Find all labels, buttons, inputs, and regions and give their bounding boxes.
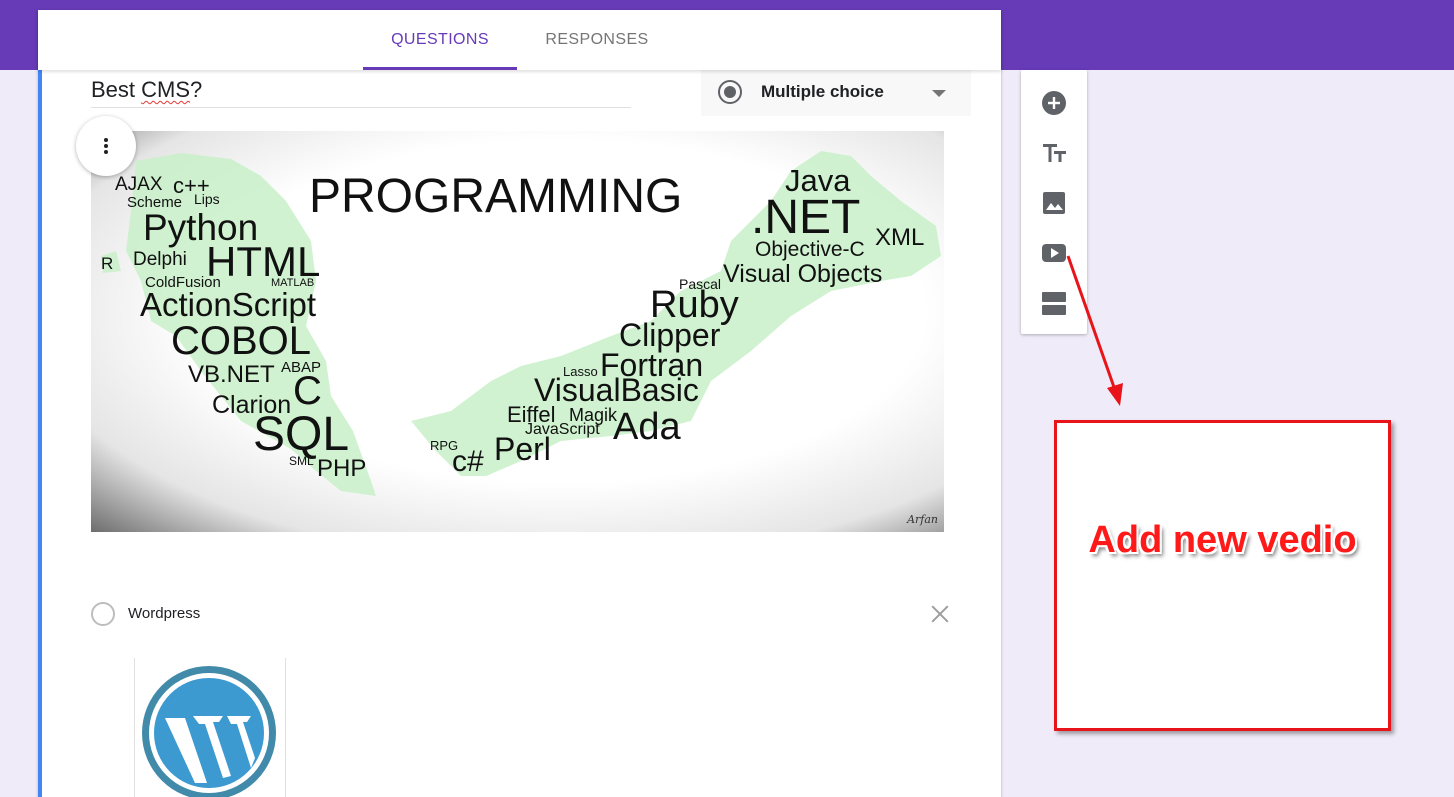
wordpress-logo-icon <box>142 666 276 797</box>
word-perl: Perl <box>494 431 551 467</box>
spellcheck-word: CMS <box>141 77 191 102</box>
question-title-text: Best <box>91 77 142 102</box>
word-xml: XML <box>875 224 925 251</box>
word-actionscript: ActionScript <box>140 286 317 323</box>
word-objective-c: Objective-C <box>755 238 865 261</box>
word-vbnet: VB.NET <box>188 361 275 388</box>
word-lips: Lips <box>194 191 220 207</box>
tab-bar: QUESTIONS RESPONSES <box>38 10 1001 70</box>
question-title-input[interactable]: Best CMS? <box>91 76 631 108</box>
title-text-icon[interactable] <box>1038 137 1070 169</box>
word-delphi: Delphi <box>133 249 187 270</box>
active-card-indicator <box>38 70 42 797</box>
annotation-arrow <box>1066 255 1123 406</box>
word-sql: SQL <box>253 408 350 461</box>
word-php: PHP <box>317 455 367 482</box>
word-ada: Ada <box>613 406 681 448</box>
option-label[interactable]: Wordpress <box>128 600 200 628</box>
option-image <box>134 658 286 797</box>
word-visualbasic: VisualBasic <box>534 372 699 408</box>
more-vertical-icon[interactable] <box>76 116 136 176</box>
word-visual-objects: Visual Objects <box>723 260 883 288</box>
annotation-callout: Add new vedio <box>1054 420 1391 731</box>
add-question-icon[interactable] <box>1038 87 1070 119</box>
word-sml: SML <box>289 454 314 468</box>
tab-responses[interactable]: RESPONSES <box>523 10 671 70</box>
word-csharp: c# <box>452 445 484 478</box>
question-type-select[interactable]: Multiple choice <box>701 68 971 116</box>
dropdown-arrow-icon <box>932 90 946 97</box>
option-radio-icon <box>91 602 115 626</box>
word-ajax: AJAX <box>115 174 163 195</box>
word-cobol: COBOL <box>171 319 312 363</box>
word-programming: PROGRAMMING <box>309 170 683 223</box>
question-type-label: Multiple choice <box>761 82 884 101</box>
close-icon[interactable] <box>929 603 951 625</box>
word-dotnet: .NET <box>751 191 861 244</box>
radio-button-icon <box>718 80 742 104</box>
option-row[interactable]: Wordpress <box>91 600 961 628</box>
annotation-text: Add new vedio <box>1088 519 1357 561</box>
question-title-end: ? <box>190 77 203 102</box>
image-icon[interactable] <box>1038 187 1070 219</box>
question-image: PROGRAMMING Java .NET XML Objective-C Vi… <box>91 131 944 532</box>
word-r: R <box>101 254 114 273</box>
word-c: C <box>293 369 322 413</box>
question-card[interactable]: QUESTIONS RESPONSES Best CMS? Multiple c… <box>38 10 1001 797</box>
image-signature: Arfan <box>907 513 938 526</box>
tab-questions[interactable]: QUESTIONS <box>363 10 517 70</box>
